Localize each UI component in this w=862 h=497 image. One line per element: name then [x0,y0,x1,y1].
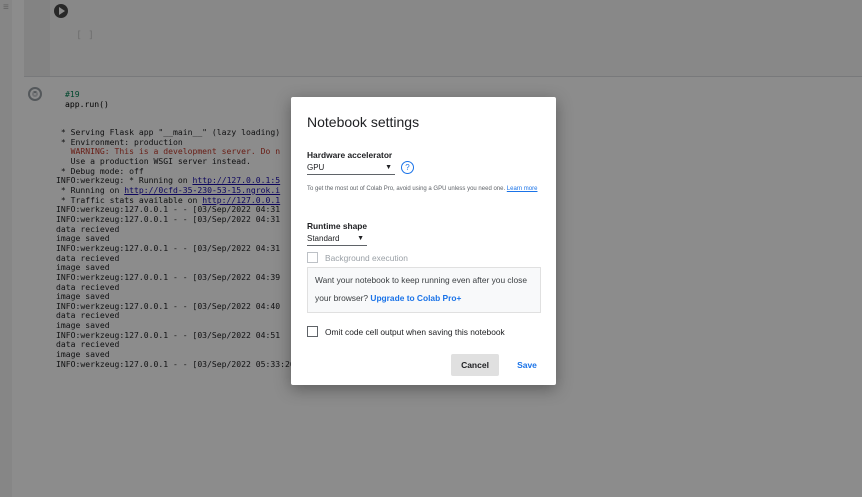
runtime-shape-select[interactable]: Standard ▼ [307,234,367,246]
gpu-note-text: To get the most out of Colab Pro, avoid … [307,186,507,192]
gpu-note: To get the most out of Colab Pro, avoid … [307,183,547,195]
help-icon[interactable]: ? [401,161,414,174]
learn-more-link[interactable]: Learn more [507,186,538,192]
notebook-settings-dialog: Notebook settings Hardware accelerator G… [291,97,556,385]
omit-output-checkbox[interactable] [307,326,318,337]
save-button[interactable]: Save [509,354,545,376]
background-execution-checkbox[interactable] [307,252,318,263]
runtime-shape-value: Standard [307,234,340,243]
upgrade-link[interactable]: Upgrade to Colab Pro+ [370,293,461,303]
chevron-down-icon: ▼ [357,235,364,242]
omit-output-label: Omit code cell output when saving this n… [325,327,505,337]
hardware-accelerator-select[interactable]: GPU ▼ [307,163,395,175]
hardware-accelerator-value: GPU [307,163,325,172]
chevron-down-icon: ▼ [385,164,392,171]
cancel-button[interactable]: Cancel [451,354,499,376]
background-execution-label: Background execution [325,253,408,263]
upgrade-promo: Want your notebook to keep running even … [307,267,541,313]
dialog-title: Notebook settings [307,114,420,130]
hardware-accelerator-label: Hardware accelerator [307,150,393,160]
runtime-shape-label: Runtime shape [307,221,368,231]
